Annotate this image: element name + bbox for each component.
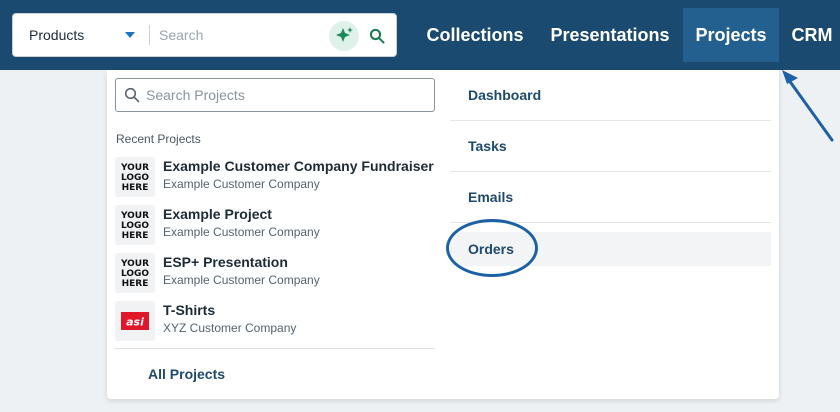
all-projects-link[interactable]: All Projects bbox=[148, 366, 225, 382]
project-customer: XYZ Customer Company bbox=[163, 321, 297, 335]
top-navigation-bar: Products Collections Presentations Proje… bbox=[0, 0, 840, 70]
logo-text-line: LOGO bbox=[121, 221, 149, 231]
project-title: T-Shirts bbox=[163, 302, 216, 318]
project-search-box bbox=[115, 78, 435, 112]
magnifier-icon bbox=[369, 28, 385, 44]
menu-item-orders[interactable]: Orders bbox=[450, 232, 771, 266]
logo-text-line: YOUR bbox=[120, 163, 149, 173]
your-logo-here-logo: YOUR LOGO HERE bbox=[120, 163, 149, 193]
project-customer: Example Customer Company bbox=[163, 273, 320, 287]
annotation-arrow-icon bbox=[782, 70, 834, 142]
nav-collections-label: Collections bbox=[426, 24, 524, 45]
menu-item-tasks[interactable]: Tasks bbox=[450, 121, 771, 172]
nav-projects-label: Projects bbox=[695, 24, 767, 45]
menu-item-label: Dashboard bbox=[468, 87, 542, 103]
logo-text-line: HERE bbox=[122, 183, 149, 193]
logo-text-line: YOUR bbox=[120, 259, 149, 269]
asi-logo-text: asi bbox=[126, 316, 144, 329]
project-thumbnail: YOUR LOGO HERE bbox=[115, 253, 155, 293]
search-divider bbox=[149, 25, 150, 45]
menu-item-label: Tasks bbox=[468, 138, 507, 154]
project-thumbnail: asi bbox=[115, 301, 155, 341]
recent-project-item[interactable]: asi T-Shirts XYZ Customer Company bbox=[115, 298, 435, 346]
search-category-label: Products bbox=[29, 27, 85, 43]
project-customer: Example Customer Company bbox=[163, 225, 320, 239]
global-search-bar: Products bbox=[12, 13, 397, 57]
project-customer: Example Customer Company bbox=[163, 177, 320, 191]
global-search-input[interactable] bbox=[159, 20, 329, 50]
recent-projects-list: YOUR LOGO HERE Example Customer Company … bbox=[115, 154, 435, 346]
nav-presentations-label: Presentations bbox=[550, 24, 670, 45]
recent-project-item[interactable]: YOUR LOGO HERE Example Customer Company … bbox=[115, 154, 435, 202]
recent-project-item[interactable]: YOUR LOGO HERE Example Project Example C… bbox=[115, 202, 435, 250]
projects-submenu: Dashboard Tasks Emails Orders bbox=[450, 70, 771, 266]
search-icon bbox=[124, 87, 140, 103]
projects-dropdown-menu: Recent Projects YOUR LOGO HERE Example C… bbox=[107, 70, 779, 399]
search-submit-button[interactable] bbox=[365, 24, 389, 48]
logo-text-line: YOUR bbox=[120, 211, 149, 221]
project-title: Example Project bbox=[163, 206, 272, 222]
project-title: ESP+ Presentation bbox=[163, 254, 288, 270]
menu-item-label: Emails bbox=[468, 189, 514, 205]
project-search-input[interactable] bbox=[146, 83, 426, 107]
nav-presentations[interactable]: Presentations bbox=[540, 8, 680, 62]
caret-down-icon[interactable] bbox=[125, 32, 135, 38]
sparkle-icon bbox=[336, 27, 353, 42]
divider bbox=[115, 348, 435, 349]
nav-projects[interactable]: Projects bbox=[683, 8, 779, 62]
nav-crm[interactable]: CRM bbox=[784, 8, 840, 62]
recent-projects-heading: Recent Projects bbox=[116, 132, 201, 146]
menu-item-emails[interactable]: Emails bbox=[450, 172, 771, 223]
logo-text-line: HERE bbox=[122, 231, 149, 241]
menu-item-dashboard[interactable]: Dashboard bbox=[450, 70, 771, 121]
logo-text-line: LOGO bbox=[121, 173, 149, 183]
project-thumbnail: YOUR LOGO HERE bbox=[115, 157, 155, 197]
menu-item-label: Orders bbox=[468, 241, 514, 257]
logo-text-line: LOGO bbox=[121, 269, 149, 279]
your-logo-here-logo: YOUR LOGO HERE bbox=[120, 259, 149, 289]
logo-text-line: HERE bbox=[122, 279, 149, 289]
ai-search-button[interactable] bbox=[329, 21, 359, 51]
asi-logo: asi bbox=[121, 312, 149, 330]
project-title: Example Customer Company Fundraiser bbox=[163, 158, 434, 174]
nav-crm-label: CRM bbox=[791, 24, 833, 45]
project-thumbnail: YOUR LOGO HERE bbox=[115, 205, 155, 245]
recent-project-item[interactable]: YOUR LOGO HERE ESP+ Presentation Example… bbox=[115, 250, 435, 298]
your-logo-here-logo: YOUR LOGO HERE bbox=[120, 211, 149, 241]
nav-collections[interactable]: Collections bbox=[414, 8, 536, 62]
